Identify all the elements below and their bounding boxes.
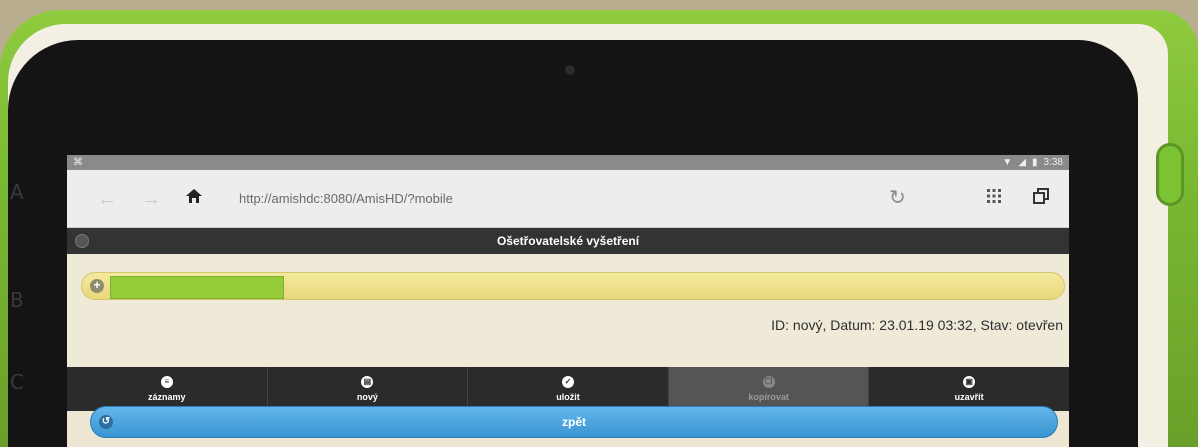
record-info: ID: nový, Datum: 23.01.19 03:32, Stav: o… [771, 317, 1063, 333]
new-label: nový [356, 392, 378, 402]
patient-collapsible[interactable]: + [81, 272, 1065, 300]
save-label: uložit [556, 392, 580, 402]
android-status-bar: ⌘ ▼ ◢ ▮ 3:38 [67, 155, 1069, 170]
records-button[interactable]: ≡ záznamy [67, 367, 268, 411]
side-letter-c: C [10, 370, 24, 394]
back-label: zpět [562, 415, 586, 429]
title-home-icon[interactable] [75, 234, 89, 248]
copy-label: kopírovat [748, 392, 789, 402]
status-icons: ▼ ◢ ▮ 3:38 [1002, 157, 1063, 168]
battery-icon: ▮ [1032, 157, 1038, 168]
browser-toolbar: ← → http://amishdc:8080/AmisHD/?mobile ↻ [67, 170, 1069, 228]
new-button[interactable]: ▤ nový [268, 367, 469, 411]
back-circle-icon: ↺ [99, 415, 113, 429]
notification-icon: ⌘ [73, 157, 83, 168]
form-content: + ID: nový, Datum: 23.01.19 03:32, Stav:… [67, 254, 1069, 367]
forward-arrow-icon[interactable]: → [141, 188, 161, 211]
wifi-icon: ▼ [1002, 157, 1013, 168]
menu-icon: ≡ [160, 376, 173, 388]
apps-grid-icon[interactable] [985, 187, 1003, 210]
home-icon[interactable] [185, 187, 203, 210]
address-bar[interactable]: http://amishdc:8080/AmisHD/?mobile [239, 191, 453, 206]
check-icon: ✓ [561, 376, 574, 388]
action-toolbar: ≡ záznamy ▤ nový ✓ uložit ❐ kopírovat ▣ … [67, 367, 1069, 411]
tabs-icon[interactable] [1031, 186, 1051, 211]
close-record-label: uzavřít [954, 392, 984, 402]
document-icon: ▤ [361, 376, 374, 388]
records-label: záznamy [148, 392, 186, 402]
power-button [1156, 143, 1184, 206]
copy-icon: ❐ [762, 376, 775, 388]
page-title: Ošetřovatelské vyšetření [496, 234, 640, 248]
tablet-screen: ⌘ ▼ ◢ ▮ 3:38 ← → http://amishdc:8080/Ami… [67, 155, 1069, 447]
back-arrow-icon[interactable]: ← [97, 188, 117, 211]
side-letter-b: B [10, 288, 24, 312]
reload-icon[interactable]: ↻ [889, 185, 906, 210]
status-time: 3:38 [1043, 157, 1063, 168]
save-button[interactable]: ✓ uložit [468, 367, 669, 411]
copy-button[interactable]: ❐ kopírovat [668, 367, 870, 411]
close-record-button[interactable]: ▣ uzavřít [869, 367, 1069, 411]
side-letter-a: A [10, 180, 24, 204]
expand-plus-icon[interactable]: + [90, 279, 104, 293]
signal-icon: ◢ [1018, 157, 1027, 168]
page-title-bar: Ošetřovatelské vyšetření [67, 228, 1069, 254]
camera-lens [565, 65, 575, 75]
lock-icon: ▣ [963, 376, 976, 388]
redacted-patient-name [110, 276, 284, 299]
back-button[interactable]: ↺ zpět [90, 406, 1058, 438]
